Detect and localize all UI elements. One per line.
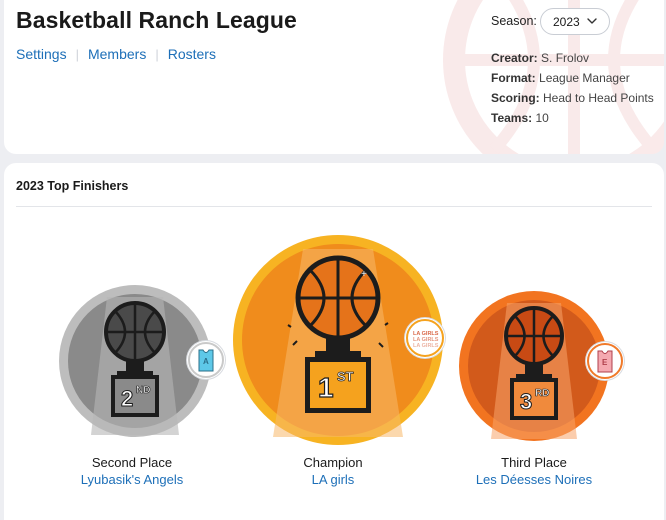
svg-text:LA GIRLS: LA GIRLS xyxy=(413,343,439,349)
league-nav: Settings | Members | Rosters xyxy=(16,46,216,62)
team-jersey-icon: E xyxy=(586,342,624,380)
chevron-down-icon xyxy=(587,18,597,24)
season-label: Season: xyxy=(491,14,537,28)
season-selected-value: 2023 xyxy=(553,14,580,29)
svg-text:+: + xyxy=(361,269,367,280)
rank-suffix: ND xyxy=(136,385,150,396)
season-select[interactable]: 2023 xyxy=(540,8,610,35)
section-divider xyxy=(16,206,652,207)
team-logo-icon: LA GIRLS LA GIRLS LA GIRLS xyxy=(405,318,445,358)
nav-rosters-link[interactable]: Rosters xyxy=(168,46,216,62)
top-finishers-card: 2023 Top Finishers 2 ND A 1 ST + LA GIRL… xyxy=(4,163,664,520)
place-label-second: Second Place xyxy=(91,455,173,470)
detail-teams: Teams: 10 xyxy=(491,111,549,125)
team-link-third[interactable]: Les Déesses Noires xyxy=(459,472,609,487)
rank-number: 2 xyxy=(121,386,133,411)
rank-number: 3 xyxy=(520,389,532,414)
rank-number: 1 xyxy=(318,372,334,403)
team-link-second[interactable]: Lyubasik's Angels xyxy=(57,472,207,487)
svg-text:A: A xyxy=(203,357,209,366)
place-label-champion: Champion xyxy=(303,455,363,470)
rank-suffix: RD xyxy=(535,388,549,399)
detail-format: Format: League Manager xyxy=(491,71,630,85)
league-header-card: Basketball Ranch League Settings | Membe… xyxy=(4,0,664,154)
detail-creator: Creator: S. Frolov xyxy=(491,51,590,65)
nav-separator: | xyxy=(75,46,79,62)
rank-suffix: ST xyxy=(337,369,354,384)
team-link-champion[interactable]: LA girls xyxy=(258,472,408,487)
league-title: Basketball Ranch League xyxy=(16,7,297,33)
nav-separator: | xyxy=(155,46,159,62)
nav-members-link[interactable]: Members xyxy=(88,46,146,62)
place-label-third: Third Place xyxy=(501,455,567,470)
svg-text:E: E xyxy=(602,358,608,367)
nav-settings-link[interactable]: Settings xyxy=(16,46,67,62)
top-finishers-title: 2023 Top Finishers xyxy=(16,179,129,193)
team-jersey-icon: A xyxy=(187,341,225,379)
detail-scoring: Scoring: Head to Head Points xyxy=(491,91,654,105)
